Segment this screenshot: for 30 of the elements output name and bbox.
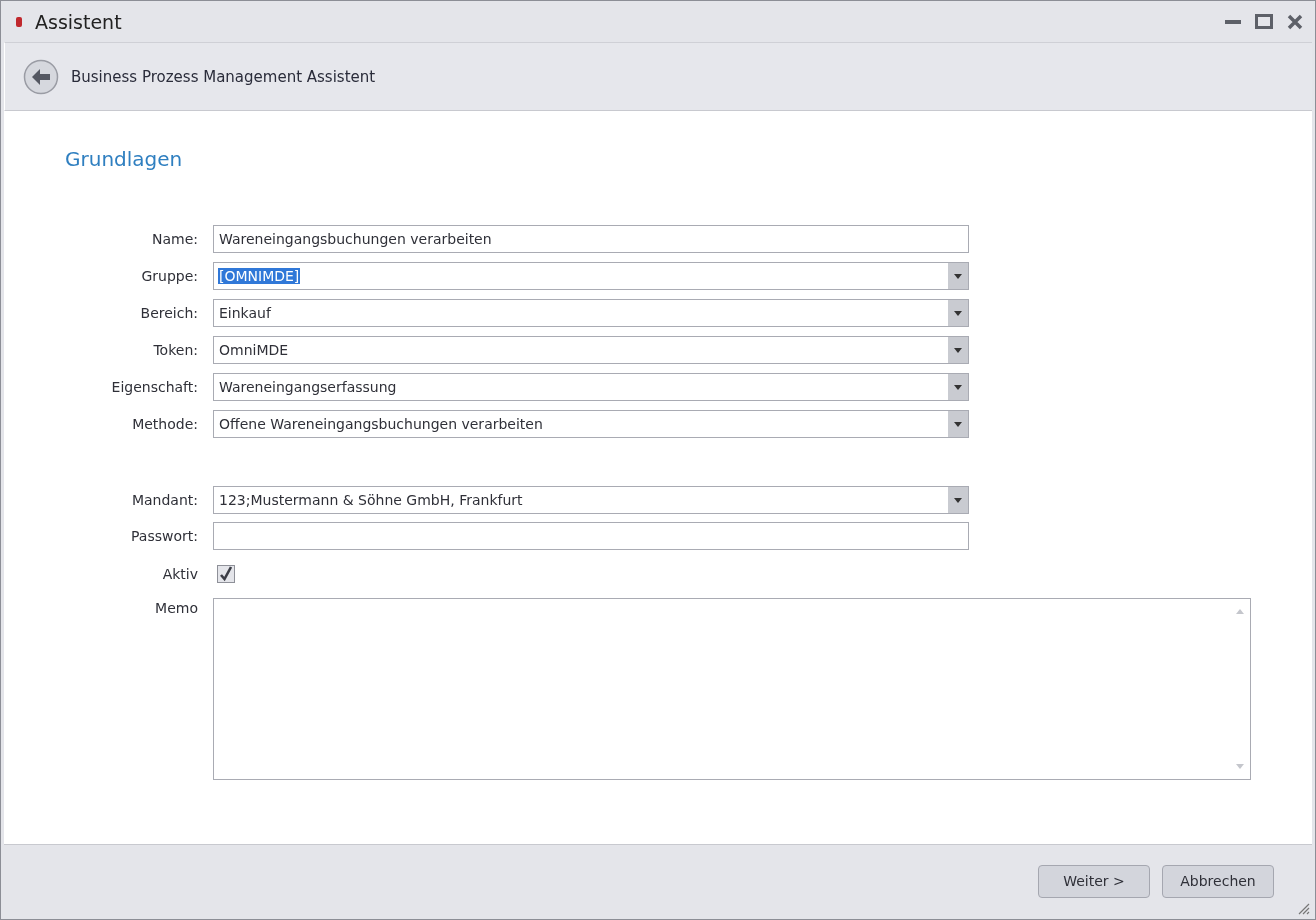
text-field[interactable]: Wareneingangsbuchungen verarbeiten	[213, 225, 969, 253]
dropdown-field[interactable]: 123;Mustermann & Söhne GmbH, Frankfurt	[213, 486, 969, 514]
header-title: Business Prozess Management Assistent	[71, 67, 376, 86]
field-label: Gruppe:	[140, 268, 198, 284]
minimize-icon[interactable]	[1225, 19, 1241, 24]
app-icon	[15, 15, 23, 28]
password-field[interactable]	[213, 522, 969, 550]
field-label: Name:	[150, 231, 198, 247]
maximize-icon[interactable]	[1255, 14, 1273, 29]
memo-field[interactable]	[213, 598, 1251, 780]
dropdown-field[interactable]: Einkauf	[213, 299, 969, 327]
dialog-button[interactable]: Abbrechen	[1162, 864, 1274, 898]
field-label: Eigenschaft:	[110, 379, 198, 395]
field-label: Token:	[152, 342, 198, 358]
dropdown-field[interactable]: OmniMDE	[213, 336, 969, 364]
field-label: Mandant:	[130, 492, 198, 508]
field-label: Methode:	[131, 416, 198, 432]
dropdown-field[interactable]: Offene Wareneingangsbuchungen verarbeiten	[213, 410, 969, 438]
field-label: Aktiv	[161, 566, 198, 582]
checkbox[interactable]	[217, 565, 235, 583]
resize-grip-icon[interactable]	[1298, 903, 1310, 915]
field-label: Bereich:	[139, 305, 198, 321]
section-title: Grundlagen	[65, 147, 184, 171]
field-label: Passwort:	[130, 528, 198, 544]
field-label: Memo	[154, 599, 198, 616]
dialog-button[interactable]: Weiter >	[1038, 864, 1150, 898]
window-title: Assistent	[35, 10, 123, 33]
close-icon[interactable]	[1287, 13, 1303, 30]
dropdown-field[interactable]: [OMNIMDE]	[213, 262, 969, 290]
dropdown-field[interactable]: Wareneingangserfassung	[213, 373, 969, 401]
